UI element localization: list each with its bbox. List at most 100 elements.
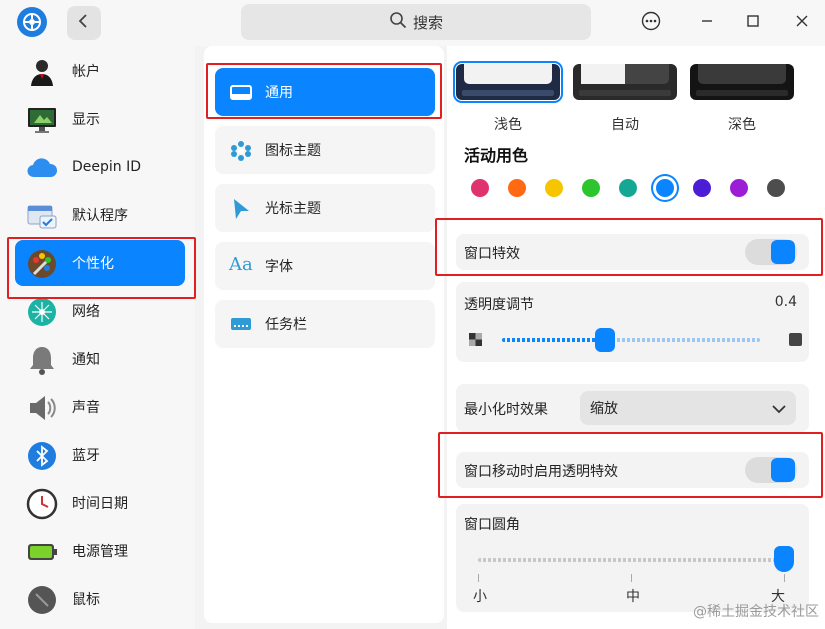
window-effect-row: 窗口特效	[456, 234, 809, 270]
theme-label-light: 浅色	[494, 117, 522, 133]
theme-preview-auto[interactable]	[573, 64, 677, 100]
back-button[interactable]	[67, 6, 101, 40]
maximize-button[interactable]	[739, 9, 767, 37]
maximize-icon	[746, 14, 760, 32]
accent-color-swatch[interactable]	[767, 179, 785, 197]
toggle-knob	[771, 458, 795, 482]
submenu-item-taskbar[interactable]: 任务栏	[215, 300, 435, 348]
submenu-item-label: 任务栏	[265, 317, 307, 333]
minimize-effect-value: 缩放	[590, 401, 618, 417]
font-icon: Aa	[229, 254, 253, 275]
sidebar-item-label: 声音	[72, 400, 100, 416]
sidebar-item-power[interactable]: 电源管理	[15, 528, 185, 574]
sidebar-item-label: 帐户	[72, 64, 100, 80]
minimize-icon	[700, 14, 714, 32]
network-icon	[26, 296, 58, 328]
sidebar-item-deepin-id[interactable]: Deepin ID	[15, 144, 185, 190]
accent-color-swatch[interactable]	[545, 179, 563, 197]
bell-icon	[26, 344, 58, 376]
transparency-label: 透明度调节	[464, 297, 534, 313]
move-transparency-label: 窗口移动时启用透明特效	[464, 464, 618, 480]
close-icon	[795, 14, 809, 32]
minimize-button[interactable]	[693, 9, 721, 37]
bluetooth-icon	[26, 440, 58, 472]
submenu-panel: 通用 图标主题 光标主题 Aa 字体 任务栏	[204, 46, 444, 623]
tick-label-small: 小	[473, 589, 487, 605]
accent-color-swatch[interactable]	[656, 179, 674, 197]
more-menu-button[interactable]	[637, 9, 665, 37]
window-icon	[229, 82, 253, 102]
clock-icon	[26, 488, 58, 520]
sidebar-item-label: 电源管理	[72, 544, 128, 560]
tick-mark	[784, 574, 785, 582]
sidebar-item-bluetooth[interactable]: 蓝牙	[15, 432, 185, 478]
sidebar-item-label: 鼠标	[72, 592, 100, 608]
transparency-card: 透明度调节 0.4	[456, 282, 809, 362]
sidebar-item-default-apps[interactable]: 默认程序	[15, 192, 185, 238]
slider-handle[interactable]	[595, 328, 616, 352]
sidebar-item-label: 显示	[72, 112, 100, 128]
chevron-left-icon	[78, 14, 90, 32]
search-placeholder: 搜索	[412, 13, 443, 32]
sidebar-item-label: Deepin ID	[72, 159, 142, 175]
sidebar-item-datetime[interactable]: 时间日期	[15, 480, 185, 526]
submenu-item-icon-theme[interactable]: 图标主题	[215, 126, 435, 174]
submenu-item-cursor-theme[interactable]: 光标主题	[215, 184, 435, 232]
default-apps-icon	[26, 200, 58, 232]
sidebar-item-personalization[interactable]: 个性化	[15, 240, 185, 286]
transparency-low-icon	[469, 333, 482, 346]
sidebar-item-label: 蓝牙	[72, 448, 100, 464]
move-transparency-toggle[interactable]	[745, 457, 797, 483]
window-effect-toggle[interactable]	[745, 239, 797, 265]
tick-mark	[478, 574, 479, 582]
general-settings-panel: 浅色 自动 深色 活动用色 窗口特效 透明度调节 0.4 最小化时效果 缩放 窗…	[447, 46, 825, 629]
accent-color-swatch[interactable]	[693, 179, 711, 197]
theme-label-auto: 自动	[611, 117, 639, 133]
theme-label-dark: 深色	[728, 117, 756, 133]
sidebar-item-sound[interactable]: 声音	[15, 384, 185, 430]
sidebar-item-notifications[interactable]: 通知	[15, 336, 185, 382]
accent-color-swatch[interactable]	[619, 179, 637, 197]
accent-color-swatch[interactable]	[582, 179, 600, 197]
sidebar: 帐户 显示 Deepin ID 默认程序 个性化 网络 通知 声音 蓝牙 时间日…	[0, 46, 195, 629]
theme-preview-light[interactable]	[453, 61, 563, 103]
accent-color-swatch[interactable]	[730, 179, 748, 197]
minimize-effect-label: 最小化时效果	[464, 402, 548, 418]
corner-radius-card: 窗口圆角 小 中 大	[456, 504, 809, 612]
slider-handle[interactable]	[774, 546, 794, 572]
taskbar-icon	[229, 314, 253, 334]
sidebar-item-mouse[interactable]: 鼠标	[15, 576, 185, 622]
speaker-icon	[26, 392, 58, 424]
submenu-item-label: 光标主题	[265, 201, 321, 217]
toggle-knob	[771, 240, 795, 264]
corner-radius-label: 窗口圆角	[464, 517, 520, 533]
submenu-item-font[interactable]: Aa 字体	[215, 242, 435, 290]
corner-radius-slider[interactable]	[478, 546, 794, 572]
close-button[interactable]	[788, 9, 816, 37]
sidebar-item-account[interactable]: 帐户	[15, 48, 185, 94]
icon-theme-icon	[229, 140, 253, 161]
accent-color-swatch[interactable]	[471, 179, 489, 197]
transparency-value: 0.4	[774, 294, 797, 310]
transparency-slider[interactable]	[502, 328, 760, 352]
submenu-item-label: 图标主题	[265, 143, 321, 159]
theme-preview-dark[interactable]	[690, 64, 794, 100]
sidebar-item-display[interactable]: 显示	[15, 96, 185, 142]
cursor-icon	[229, 198, 253, 219]
sidebar-item-network[interactable]: 网络	[15, 288, 185, 334]
battery-icon	[26, 536, 58, 568]
app-logo-icon	[17, 7, 47, 37]
submenu-item-general[interactable]: 通用	[215, 68, 435, 116]
minimize-effect-select[interactable]: 缩放	[580, 391, 796, 425]
accent-color-title: 活动用色	[464, 146, 529, 165]
sidebar-item-label: 个性化	[72, 256, 114, 272]
watermark: @稀土掘金技术社区	[693, 604, 819, 620]
chevron-down-icon	[772, 402, 786, 418]
submenu-item-label: 通用	[265, 85, 293, 101]
accent-color-swatch[interactable]	[508, 179, 526, 197]
window-effect-label: 窗口特效	[464, 246, 520, 262]
submenu-item-label: 字体	[265, 259, 293, 275]
mouse-icon	[26, 584, 58, 616]
search-input[interactable]: 搜索	[241, 4, 591, 40]
cloud-icon	[26, 152, 58, 184]
